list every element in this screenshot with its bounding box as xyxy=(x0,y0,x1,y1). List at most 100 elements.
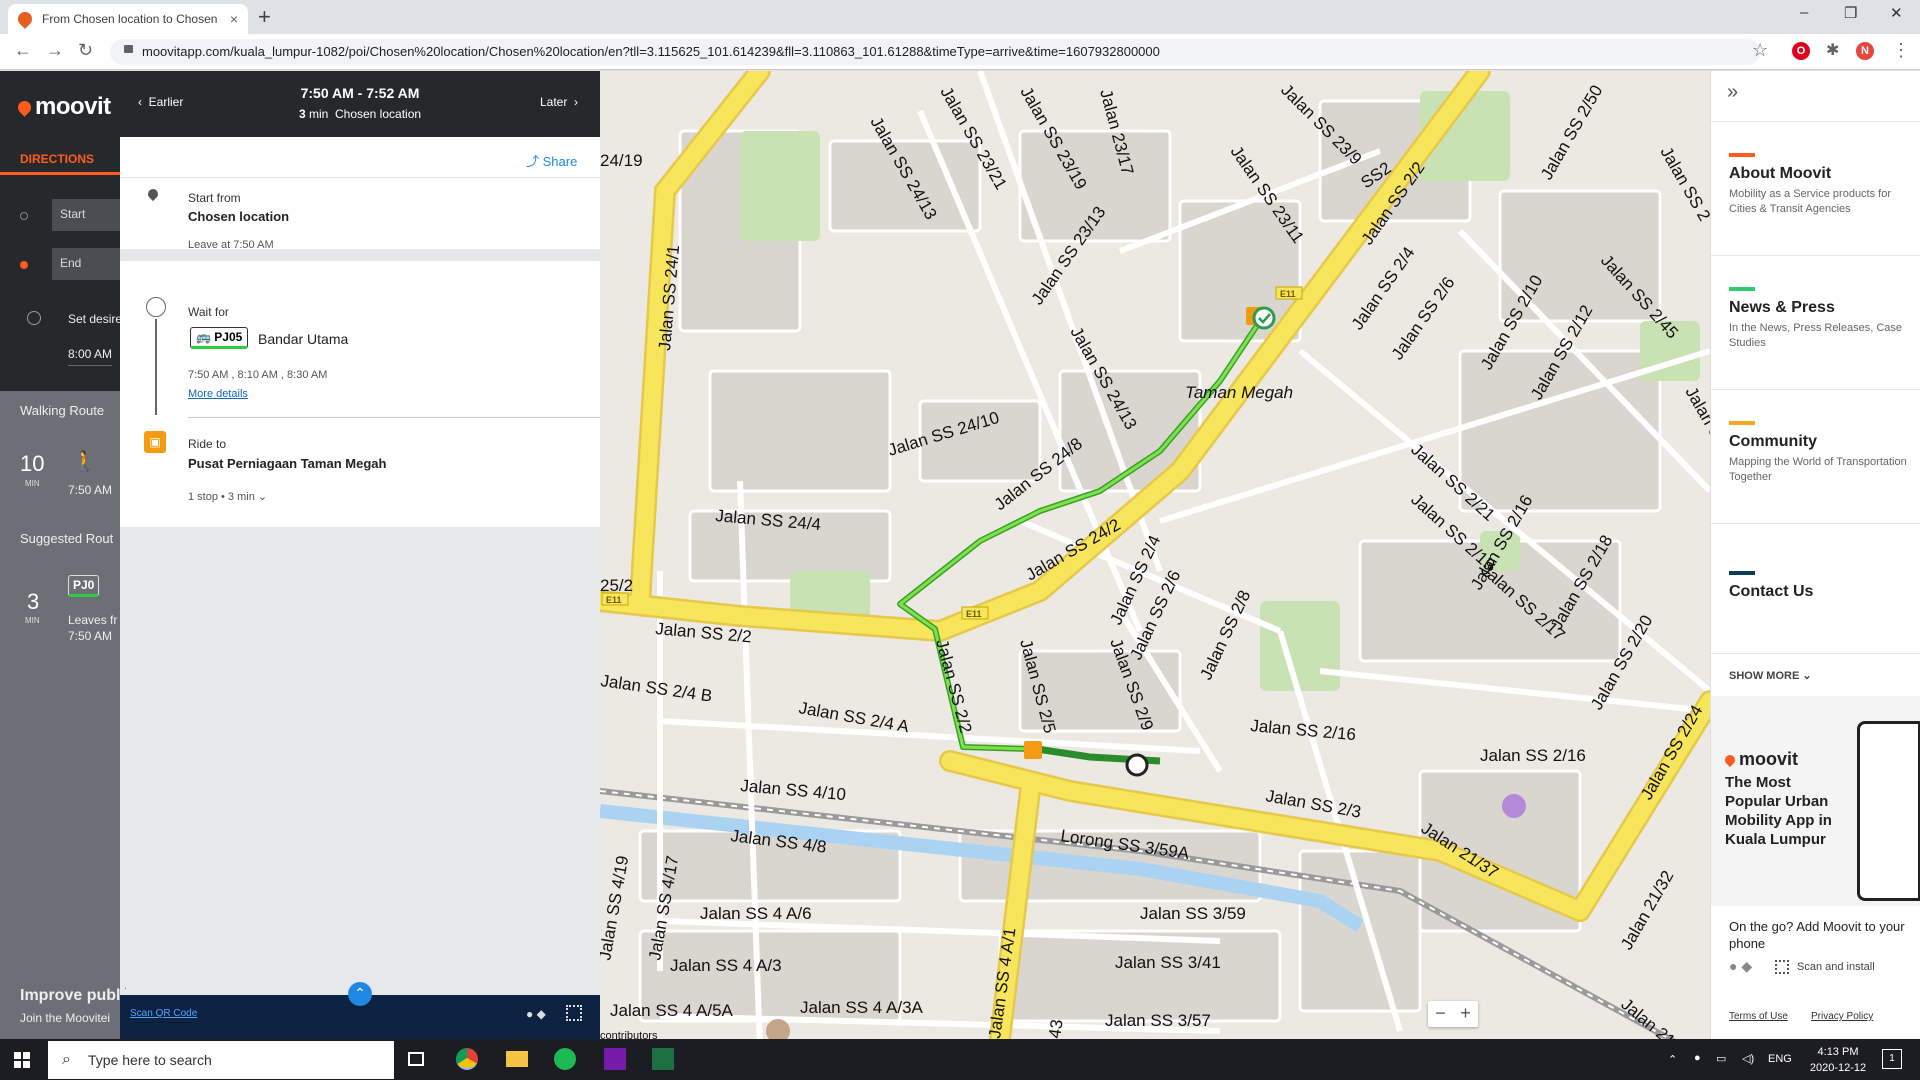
stops-info[interactable]: 1 stop • 3 min ⌄ xyxy=(188,490,267,503)
window-close-button[interactable]: ✕ xyxy=(1890,4,1903,22)
map-street-label: E11 xyxy=(1280,289,1296,299)
file-explorer-icon[interactable] xyxy=(506,1051,528,1067)
chrome-taskbar-icon[interactable] xyxy=(456,1048,478,1070)
zoom-out-button[interactable]: − xyxy=(1428,1001,1453,1027)
contact-us-section[interactable]: Contact Us xyxy=(1729,571,1909,601)
stops-info-text: 1 stop • 3 min xyxy=(188,491,255,503)
set-time-label[interactable]: Set desire xyxy=(68,312,122,326)
section-title: About Moovit xyxy=(1729,165,1832,182)
reload-button[interactable]: ↻ xyxy=(78,40,93,61)
maximize-button[interactable]: ❐ xyxy=(1844,4,1857,22)
apple-android-icon[interactable]: ● ◆ xyxy=(1729,958,1752,975)
address-bar[interactable]: moovitapp.com/kuala_lumpur-1082/poi/Chos… xyxy=(110,39,1760,65)
tab-directions[interactable]: DIRECTIONS xyxy=(20,152,94,166)
more-details-link[interactable]: More details xyxy=(188,388,248,400)
tab-underline xyxy=(0,172,120,175)
microphone-icon[interactable]: ● xyxy=(1694,1052,1701,1064)
windows-start-icon[interactable] xyxy=(14,1052,30,1068)
search-icon: ⌕ xyxy=(62,1051,71,1068)
back-button[interactable]: ← xyxy=(14,40,32,61)
moovit-pin-icon xyxy=(1722,752,1738,768)
zoom-in-button[interactable]: + xyxy=(1453,1001,1478,1027)
excel-icon[interactable] xyxy=(652,1048,674,1070)
divider xyxy=(1711,653,1920,654)
qr-code-icon[interactable] xyxy=(566,1005,582,1021)
end-dot-icon xyxy=(20,261,28,269)
walking-person-icon: 🚶 xyxy=(72,451,97,473)
bus-line-label: PJ05 xyxy=(214,330,243,344)
terms-link[interactable]: Terms of Use xyxy=(1729,1011,1788,1022)
browser-tab[interactable]: From Chosen location to Chosen × xyxy=(8,4,248,34)
map-street-label: contributors xyxy=(600,1030,658,1039)
map-street-label: Jalan SS 4 A/6 xyxy=(700,904,812,923)
expand-panel-button[interactable]: » xyxy=(1727,81,1738,104)
moovit-logo[interactable]: moovit xyxy=(15,93,111,121)
zoom-control: − + xyxy=(1428,1001,1478,1027)
end-input[interactable]: End xyxy=(52,248,120,280)
share-icon: ⤴ xyxy=(526,154,540,169)
suggested-min-unit: MIN xyxy=(25,616,40,625)
map-street-label: 24/19 xyxy=(600,151,643,170)
tab-title: From Chosen location to Chosen xyxy=(42,12,218,26)
map-street-label: Jalan SS 2/6 xyxy=(1388,273,1459,363)
walking-minutes: 10 xyxy=(20,451,45,476)
map-street-label: Jalan SS 2/16 xyxy=(1250,716,1357,744)
scan-qr-link[interactable]: Scan QR Code xyxy=(130,1008,197,1019)
share-button[interactable]: ⤴ Share xyxy=(526,151,577,170)
start-dot-icon xyxy=(20,212,28,220)
map-street-label: Jalan SS 2 xyxy=(1657,144,1710,225)
privacy-link[interactable]: Privacy Policy xyxy=(1811,1011,1873,1022)
volume-icon[interactable]: ◁) xyxy=(1742,1052,1754,1065)
onenote-icon[interactable] xyxy=(604,1048,626,1070)
map-street-label: E11 xyxy=(606,595,622,605)
forward-button[interactable]: → xyxy=(46,40,64,61)
time-field[interactable]: 8:00 AM xyxy=(68,347,113,366)
tab-close-button[interactable]: × xyxy=(230,11,238,27)
tray-chevron-icon[interactable]: ⌃ xyxy=(1668,1053,1677,1066)
section-desc: In the News, Press Releases, Case Studie… xyxy=(1729,322,1903,349)
map-street-label: Jalan SS 3/57 xyxy=(1105,1011,1211,1030)
suggested-minutes: 3 xyxy=(27,589,40,614)
moovit-favicon-icon xyxy=(15,9,35,29)
clock-date[interactable]: 2020-12-12 xyxy=(1800,1062,1876,1074)
suggested-time: 7:50 AM xyxy=(68,629,113,643)
timeline-line xyxy=(155,319,157,415)
profile-avatar[interactable]: N xyxy=(1856,42,1874,60)
moovit-pin-icon xyxy=(15,98,34,117)
lock-icon[interactable] xyxy=(124,45,133,53)
show-more-button[interactable]: SHOW MORE ⌄ xyxy=(1729,669,1812,682)
spotify-icon[interactable] xyxy=(554,1048,576,1070)
taskbar-search-input[interactable]: Type here to search xyxy=(48,1041,394,1079)
language-indicator[interactable]: ENG xyxy=(1768,1053,1792,1065)
notification-center-icon[interactable]: 1 xyxy=(1882,1049,1902,1069)
new-tab-button[interactable]: + xyxy=(258,4,271,30)
minimize-button[interactable]: – xyxy=(1800,4,1808,21)
bookmark-star-icon[interactable]: ☆ xyxy=(1752,40,1768,61)
opera-extension-icon[interactable]: O xyxy=(1792,42,1810,60)
scroll-up-button[interactable]: ⌃ xyxy=(348,982,372,1006)
start-input[interactable]: Start xyxy=(52,199,120,231)
news-press-section[interactable]: News & Press In the News, Press Releases… xyxy=(1729,287,1909,351)
task-view-icon[interactable] xyxy=(408,1052,424,1066)
map-street-label: Jalan SS 4 A/5A xyxy=(610,1001,734,1020)
network-icon[interactable]: ▭ xyxy=(1716,1052,1726,1065)
chrome-menu-icon[interactable]: ⋮ xyxy=(1892,40,1910,61)
wait-clock-icon xyxy=(146,297,166,317)
section-color-bar xyxy=(1729,421,1755,425)
chevron-down-icon: ⌄ xyxy=(257,491,268,503)
moovit-app: moovit DIRECTIONS Start End Set desire 8… xyxy=(0,71,1920,1039)
wait-for-label: Wait for xyxy=(188,305,229,319)
right-info-panel: » About Moovit Mobility as a Service pro… xyxy=(1710,71,1920,1039)
community-section[interactable]: Community Mapping the World of Transport… xyxy=(1729,421,1909,485)
later-button[interactable]: Later › xyxy=(540,95,578,109)
map-svg: E11 E11 E11 Jalan SS 24/1 Jalan SS 24/13… xyxy=(600,71,1710,1039)
map-canvas[interactable]: E11 E11 E11 Jalan SS 24/1 Jalan SS 24/13… xyxy=(600,71,1710,1039)
about-moovit-section[interactable]: About Moovit Mobility as a Service produ… xyxy=(1729,153,1909,217)
apple-android-icon[interactable]: ● ◆ xyxy=(526,1007,546,1021)
trip-header: ‹ Earlier 7:50 AM - 7:52 AM 3 min Chosen… xyxy=(120,71,600,137)
extensions-puzzle-icon[interactable]: ✱ xyxy=(1826,40,1839,60)
map-street-label: Jalan SS 2/24 xyxy=(1637,702,1706,803)
clock-time[interactable]: 4:13 PM xyxy=(1808,1046,1868,1058)
map-street-label: Jalan SS 4/10 xyxy=(740,776,847,804)
trip-summary: 3 min Chosen location xyxy=(120,107,600,121)
